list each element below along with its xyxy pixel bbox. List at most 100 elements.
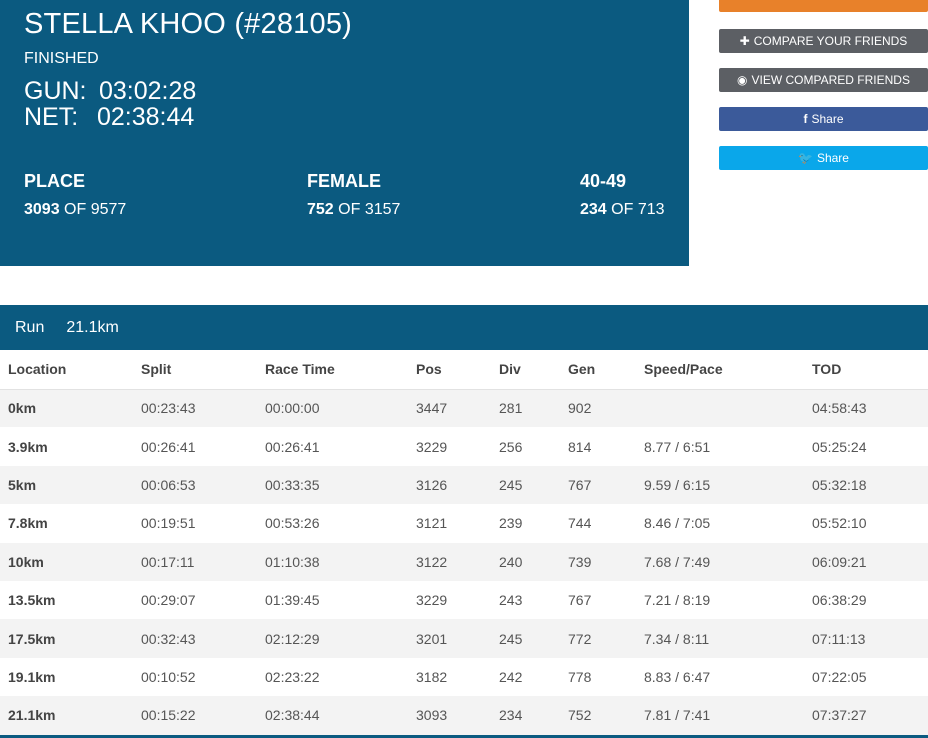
column-header-speed-pace: Speed/Pace [636, 350, 804, 390]
column-header-div: Div [491, 350, 560, 390]
cell-tod: 06:38:29 [804, 580, 928, 620]
division-place-header: 40-49 [580, 171, 627, 191]
cell-location: 19.1km [0, 657, 133, 697]
twitter-icon: 🐦 [798, 151, 813, 165]
cell-speed-pace: 7.34 / 8:11 [636, 619, 804, 658]
gender-place-total: OF 3157 [338, 201, 401, 218]
cell-race-time: 01:10:38 [257, 542, 408, 581]
cell-pos: 3229 [408, 580, 491, 620]
cell-split: 00:19:51 [133, 504, 257, 543]
cell-location: 21.1km [0, 696, 133, 735]
cell-gen: 902 [560, 389, 636, 428]
view-compared-friends-button[interactable]: ◉ VIEW COMPARED FRIENDS [719, 68, 928, 92]
cell-gen: 767 [560, 580, 636, 620]
splits-table-header: Location Split Race Time Pos Div Gen Speed/Pac… [0, 350, 928, 390]
table-row: 3.9km 00:26:41 00:26:41 3229 256 814 8.77 / 6:… [0, 427, 928, 466]
division-place-rank: 234 [580, 201, 607, 218]
cell-gen: 739 [560, 542, 636, 581]
cell-location: 7.8km [0, 504, 133, 543]
compare-friends-button[interactable]: ✚ COMPARE YOUR FRIENDS [719, 29, 928, 53]
facebook-share-label: Share [811, 112, 844, 126]
cell-gen: 752 [560, 696, 636, 735]
cell-split: 00:10:52 [133, 657, 257, 697]
overall-place-stat: PLACE 3093 OF 9577 [24, 171, 126, 219]
cell-pos: 3182 [408, 657, 491, 697]
cell-split: 00:17:11 [133, 542, 257, 581]
twitter-share-button[interactable]: 🐦 Share [719, 146, 928, 170]
net-time-value: 02:38:44 [97, 103, 195, 131]
cell-gen: 772 [560, 619, 636, 658]
eye-icon: ◉ [737, 73, 748, 87]
cell-div: 245 [491, 465, 560, 505]
cell-pos: 3447 [408, 389, 491, 428]
cell-gen: 767 [560, 465, 636, 505]
cell-div: 256 [491, 427, 560, 466]
cell-location: 3.9km [0, 427, 133, 466]
plus-icon: ✚ [739, 34, 750, 48]
cell-race-time: 00:53:26 [257, 504, 408, 543]
cell-pos: 3201 [408, 619, 491, 658]
cell-race-time: 02:12:29 [257, 619, 408, 658]
table-row: 17.5km 00:32:43 02:12:29 3201 245 772 7.34 / 8… [0, 619, 928, 658]
gender-place-value: 752 OF 3157 [307, 201, 400, 219]
cell-div: 243 [491, 580, 560, 620]
cell-pos: 3122 [408, 542, 491, 581]
cell-speed-pace [636, 389, 804, 428]
gun-time-label: GUN: [24, 77, 87, 105]
cell-race-time: 01:39:45 [257, 580, 408, 620]
gender-place-stat: FEMALE 752 OF 3157 [307, 171, 400, 219]
division-place-stat: 40-49 234 OF 713 [580, 171, 665, 219]
cell-split: 00:23:43 [133, 389, 257, 428]
cell-tod: 07:22:05 [804, 657, 928, 697]
cell-split: 00:06:53 [133, 465, 257, 505]
cell-split: 00:29:07 [133, 580, 257, 620]
cell-split: 00:26:41 [133, 427, 257, 466]
column-header-race-time: Race Time [257, 350, 408, 390]
cell-speed-pace: 7.21 / 8:19 [636, 580, 804, 620]
overall-place-value: 3093 OF 9577 [24, 201, 126, 219]
cell-tod: 05:52:10 [804, 504, 928, 543]
table-row: 0km 00:23:43 00:00:00 3447 281 902 04:58:43 [0, 389, 928, 428]
gender-place-header: FEMALE [307, 171, 381, 191]
cell-pos: 3093 [408, 696, 491, 735]
overall-place-total: OF 9577 [64, 201, 127, 218]
column-header-location: Location [0, 350, 133, 390]
cell-gen: 814 [560, 427, 636, 466]
cell-pos: 3121 [408, 504, 491, 543]
facebook-icon: f [803, 112, 808, 126]
cell-location: 0km [0, 389, 133, 428]
cell-div: 242 [491, 657, 560, 697]
cell-location: 10km [0, 542, 133, 581]
column-header-gen: Gen [560, 350, 636, 390]
table-row: 21.1km 00:15:22 02:38:44 3093 234 752 7.81 / 7… [0, 696, 928, 735]
athlete-name: STELLA KHOO (#28105) [24, 8, 352, 40]
cell-split: 00:32:43 [133, 619, 257, 658]
cell-div: 245 [491, 619, 560, 658]
cell-tod: 07:37:27 [804, 696, 928, 735]
gun-time-row: GUN: 03:02:28 [24, 78, 196, 104]
column-header-pos: Pos [408, 350, 491, 390]
division-place-value: 234 OF 713 [580, 201, 665, 219]
net-time-row: NET: 02:38:44 [24, 104, 196, 130]
cell-speed-pace: 8.77 / 6:51 [636, 427, 804, 466]
cell-pos: 3126 [408, 465, 491, 505]
cell-gen: 778 [560, 657, 636, 697]
cell-div: 281 [491, 389, 560, 428]
finish-times: GUN: 03:02:28 NET: 02:38:44 [24, 78, 196, 130]
gun-time-value: 03:02:28 [99, 77, 197, 105]
cell-location: 5km [0, 465, 133, 505]
cell-speed-pace: 9.59 / 6:15 [636, 465, 804, 505]
cell-race-time: 02:38:44 [257, 696, 408, 735]
section-title: Run [15, 318, 45, 336]
table-row: 7.8km 00:19:51 00:53:26 3121 239 744 8.46 / 7:… [0, 504, 928, 543]
cell-speed-pace: 8.46 / 7:05 [636, 504, 804, 543]
athlete-summary-panel: STELLA KHOO (#28105) FINISHED GUN: 03:02:… [0, 0, 689, 266]
twitter-share-label: Share [816, 151, 849, 165]
cell-tod: 07:11:13 [804, 619, 928, 658]
facebook-share-button[interactable]: f Share [719, 107, 928, 131]
cell-gen: 744 [560, 504, 636, 543]
cell-speed-pace: 8.83 / 6:47 [636, 657, 804, 697]
table-row: 10km 00:17:11 01:10:38 3122 240 739 7.68 / 7:4… [0, 542, 928, 581]
division-place-total: OF 713 [611, 201, 665, 218]
orange-action-button[interactable] [719, 0, 928, 12]
